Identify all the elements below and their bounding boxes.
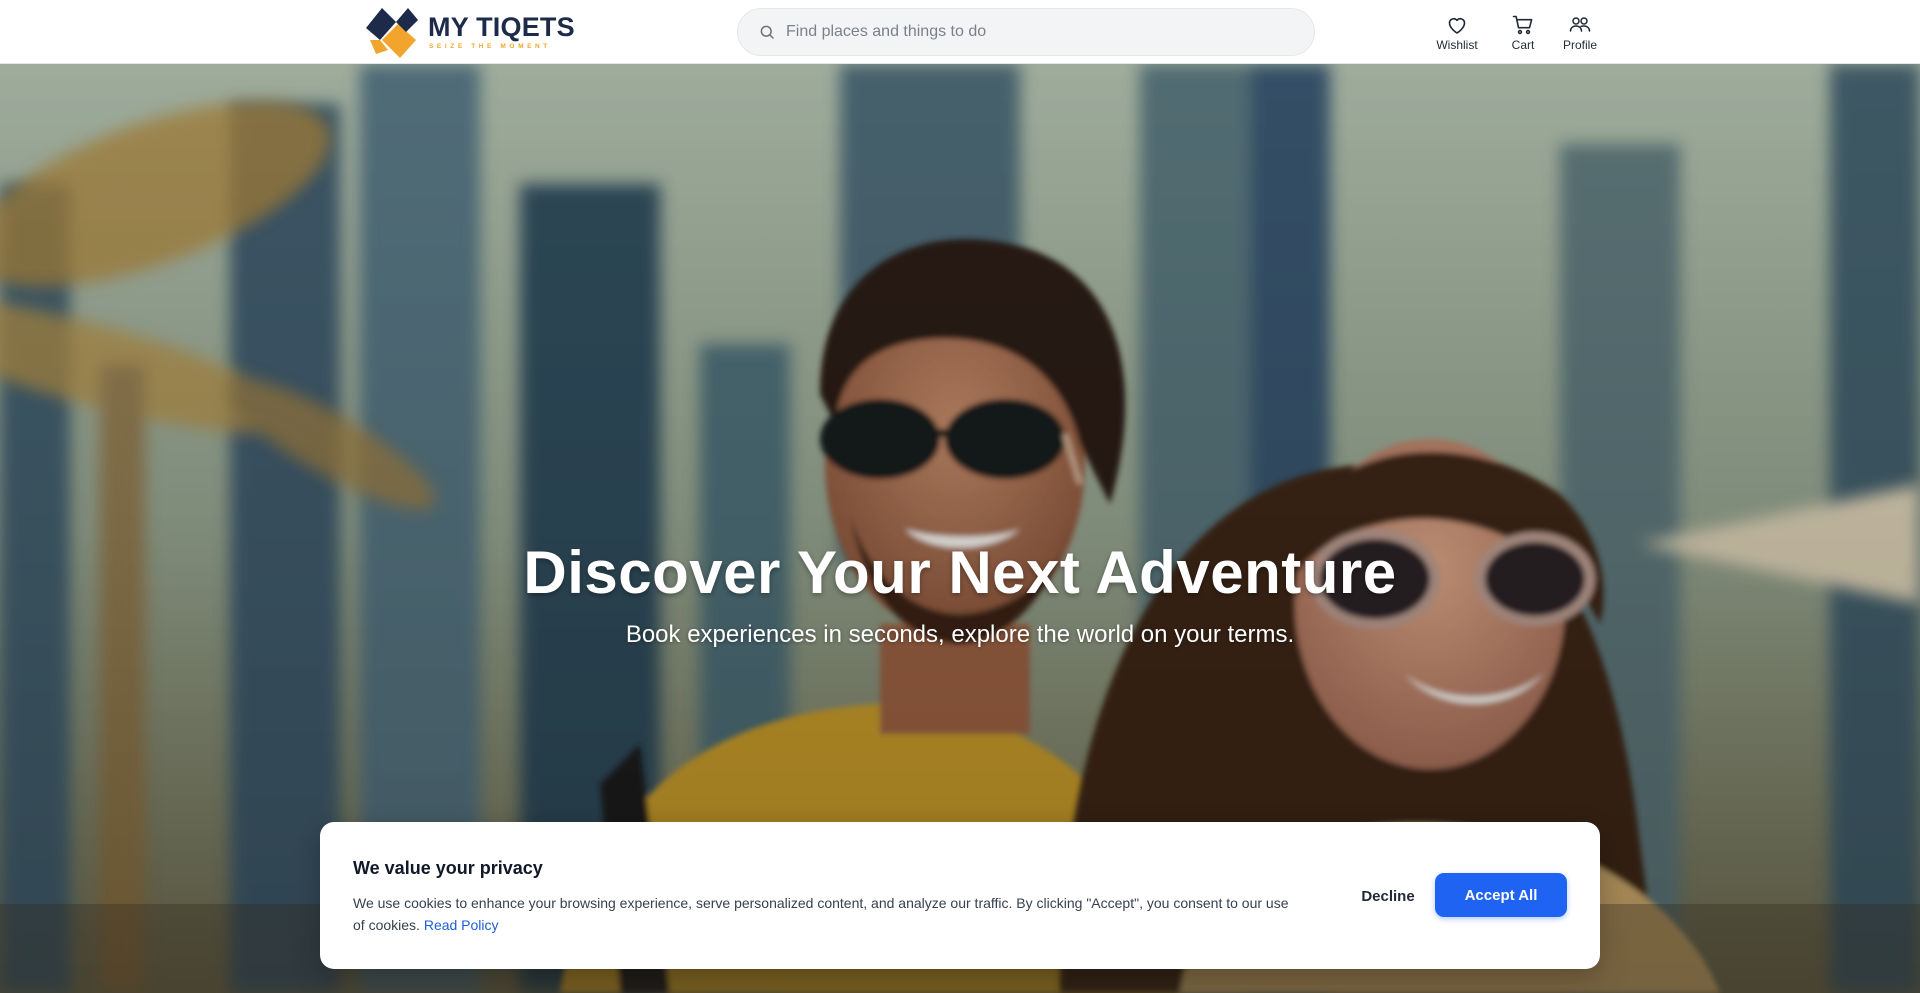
- heart-icon: [1448, 18, 1466, 34]
- logo-wordmark: MY TIQETS SEIZE THE MOMENT: [428, 11, 575, 51]
- header-nav: Wishlist Cart Profile: [1428, 13, 1602, 52]
- logo-title: MY TIQETS: [428, 11, 575, 42]
- hero-title: Discover Your Next Adventure: [523, 539, 1397, 606]
- profile-label: Profile: [1562, 38, 1597, 52]
- search-icon: [760, 25, 774, 39]
- hero-subtitle: Book experiences in seconds, explore the…: [625, 621, 1295, 648]
- wishlist-label: Wishlist: [1436, 38, 1478, 52]
- cookie-consent-banner: We value your privacy We use cookies to …: [320, 822, 1600, 969]
- wishlist-link[interactable]: Wishlist: [1428, 13, 1486, 52]
- accept-all-button[interactable]: Accept All: [1435, 873, 1567, 917]
- search-bar[interactable]: [737, 8, 1315, 56]
- cart-link[interactable]: Cart: [1506, 13, 1540, 52]
- decline-button[interactable]: Decline: [1340, 874, 1436, 918]
- profile-link[interactable]: Profile: [1558, 13, 1602, 52]
- cookie-description: We use cookies to enhance your browsing …: [353, 892, 1293, 936]
- cart-icon: [1512, 15, 1533, 35]
- search-input[interactable]: [786, 12, 1286, 52]
- logo-mark-icon: [366, 8, 418, 58]
- cookie-title: We value your privacy: [353, 858, 543, 879]
- brand-logo[interactable]: MY TIQETS SEIZE THE MOMENT: [362, 4, 575, 60]
- cookie-title-text: We value your privacy: [353, 858, 543, 878]
- site-header: MY TIQETS SEIZE THE MOMENT Wishlist Cart: [0, 0, 1920, 64]
- users-icon: [1569, 17, 1591, 32]
- logo-tagline: SEIZE THE MOMENT: [429, 42, 551, 50]
- cart-label: Cart: [1511, 38, 1535, 52]
- read-policy-link[interactable]: Read Policy: [424, 917, 499, 933]
